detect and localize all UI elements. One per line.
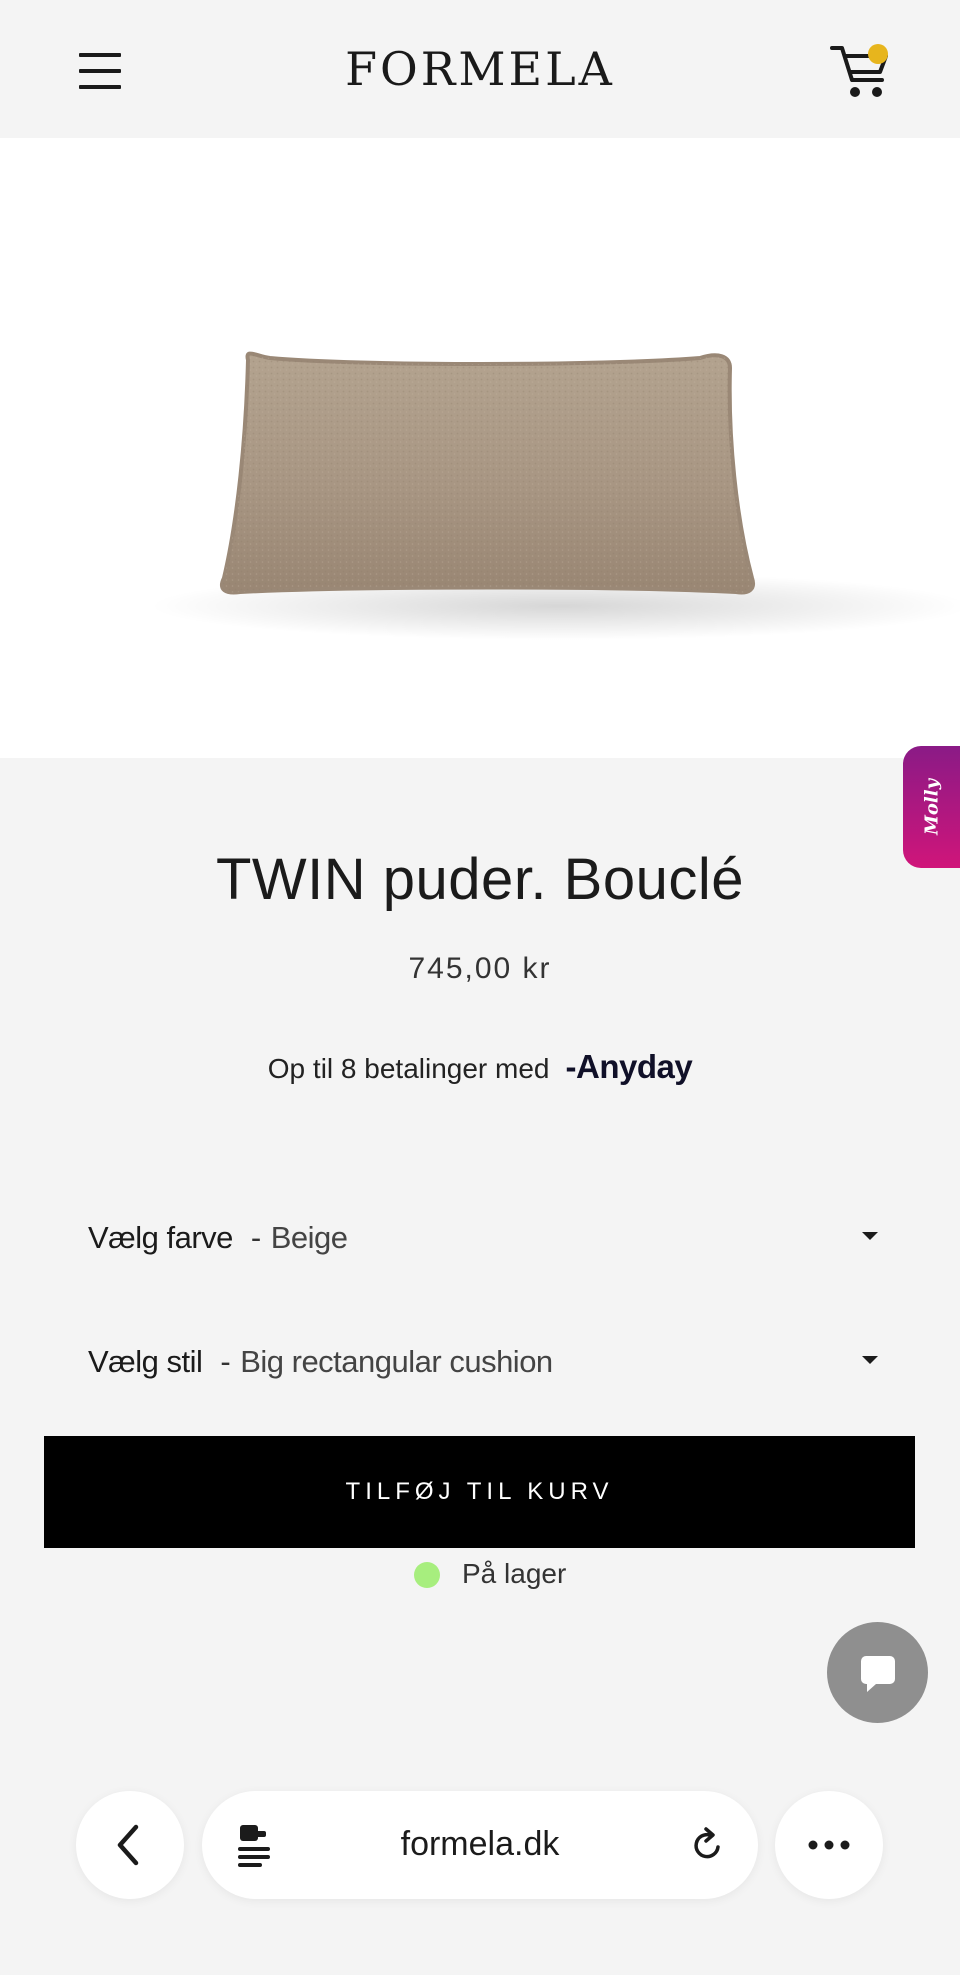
product-image[interactable] [0,138,960,758]
caret-down-icon [862,1232,878,1240]
product-page: FORMELA Molly TWIN puder. Bouclé 745,00 … [0,0,960,1975]
chat-button[interactable] [827,1622,928,1723]
reload-icon[interactable] [688,1825,728,1865]
molly-label: Molly [921,778,942,836]
product-title: TWIN puder. Bouclé [216,847,744,912]
color-select-label: Vælg farve [88,1220,233,1255]
site-logo[interactable]: FORMELA [0,42,960,96]
payment-text: Op til 8 betalinger med [267,1053,550,1084]
separator: - [220,1344,231,1379]
product-price: 745,00 kr [408,952,552,985]
payment-info: Op til 8 betalinger med -Anyday [0,1048,960,1086]
more-dots-icon [808,1840,850,1850]
caret-down-icon [862,1356,878,1364]
add-to-cart-button[interactable]: TILFØJ TIL KURV [44,1436,915,1548]
anyday-logo[interactable]: -Anyday [566,1048,693,1085]
color-select-value: Beige [270,1220,348,1255]
separator: - [250,1220,261,1255]
cushion-illustration [150,351,960,640]
color-select[interactable]: Vælg farve - Beige [88,1208,878,1268]
style-select-value: Big rectangular cushion [240,1344,553,1379]
back-button[interactable] [76,1791,184,1899]
site-header: FORMELA [0,0,960,138]
in-stock-dot-icon [414,1562,440,1588]
address-bar[interactable]: formela.dk [202,1791,758,1899]
url-text: formela.dk [400,1825,560,1863]
chevron-left-icon [117,1824,139,1866]
chat-bubble-icon [861,1656,895,1692]
cart-badge [868,44,888,64]
style-select[interactable]: Vælg stil - Big rectangular cushion [88,1332,878,1392]
more-options-button[interactable] [775,1791,883,1899]
stock-label: På lager [462,1558,567,1589]
style-select-label: Vælg stil [88,1344,203,1379]
